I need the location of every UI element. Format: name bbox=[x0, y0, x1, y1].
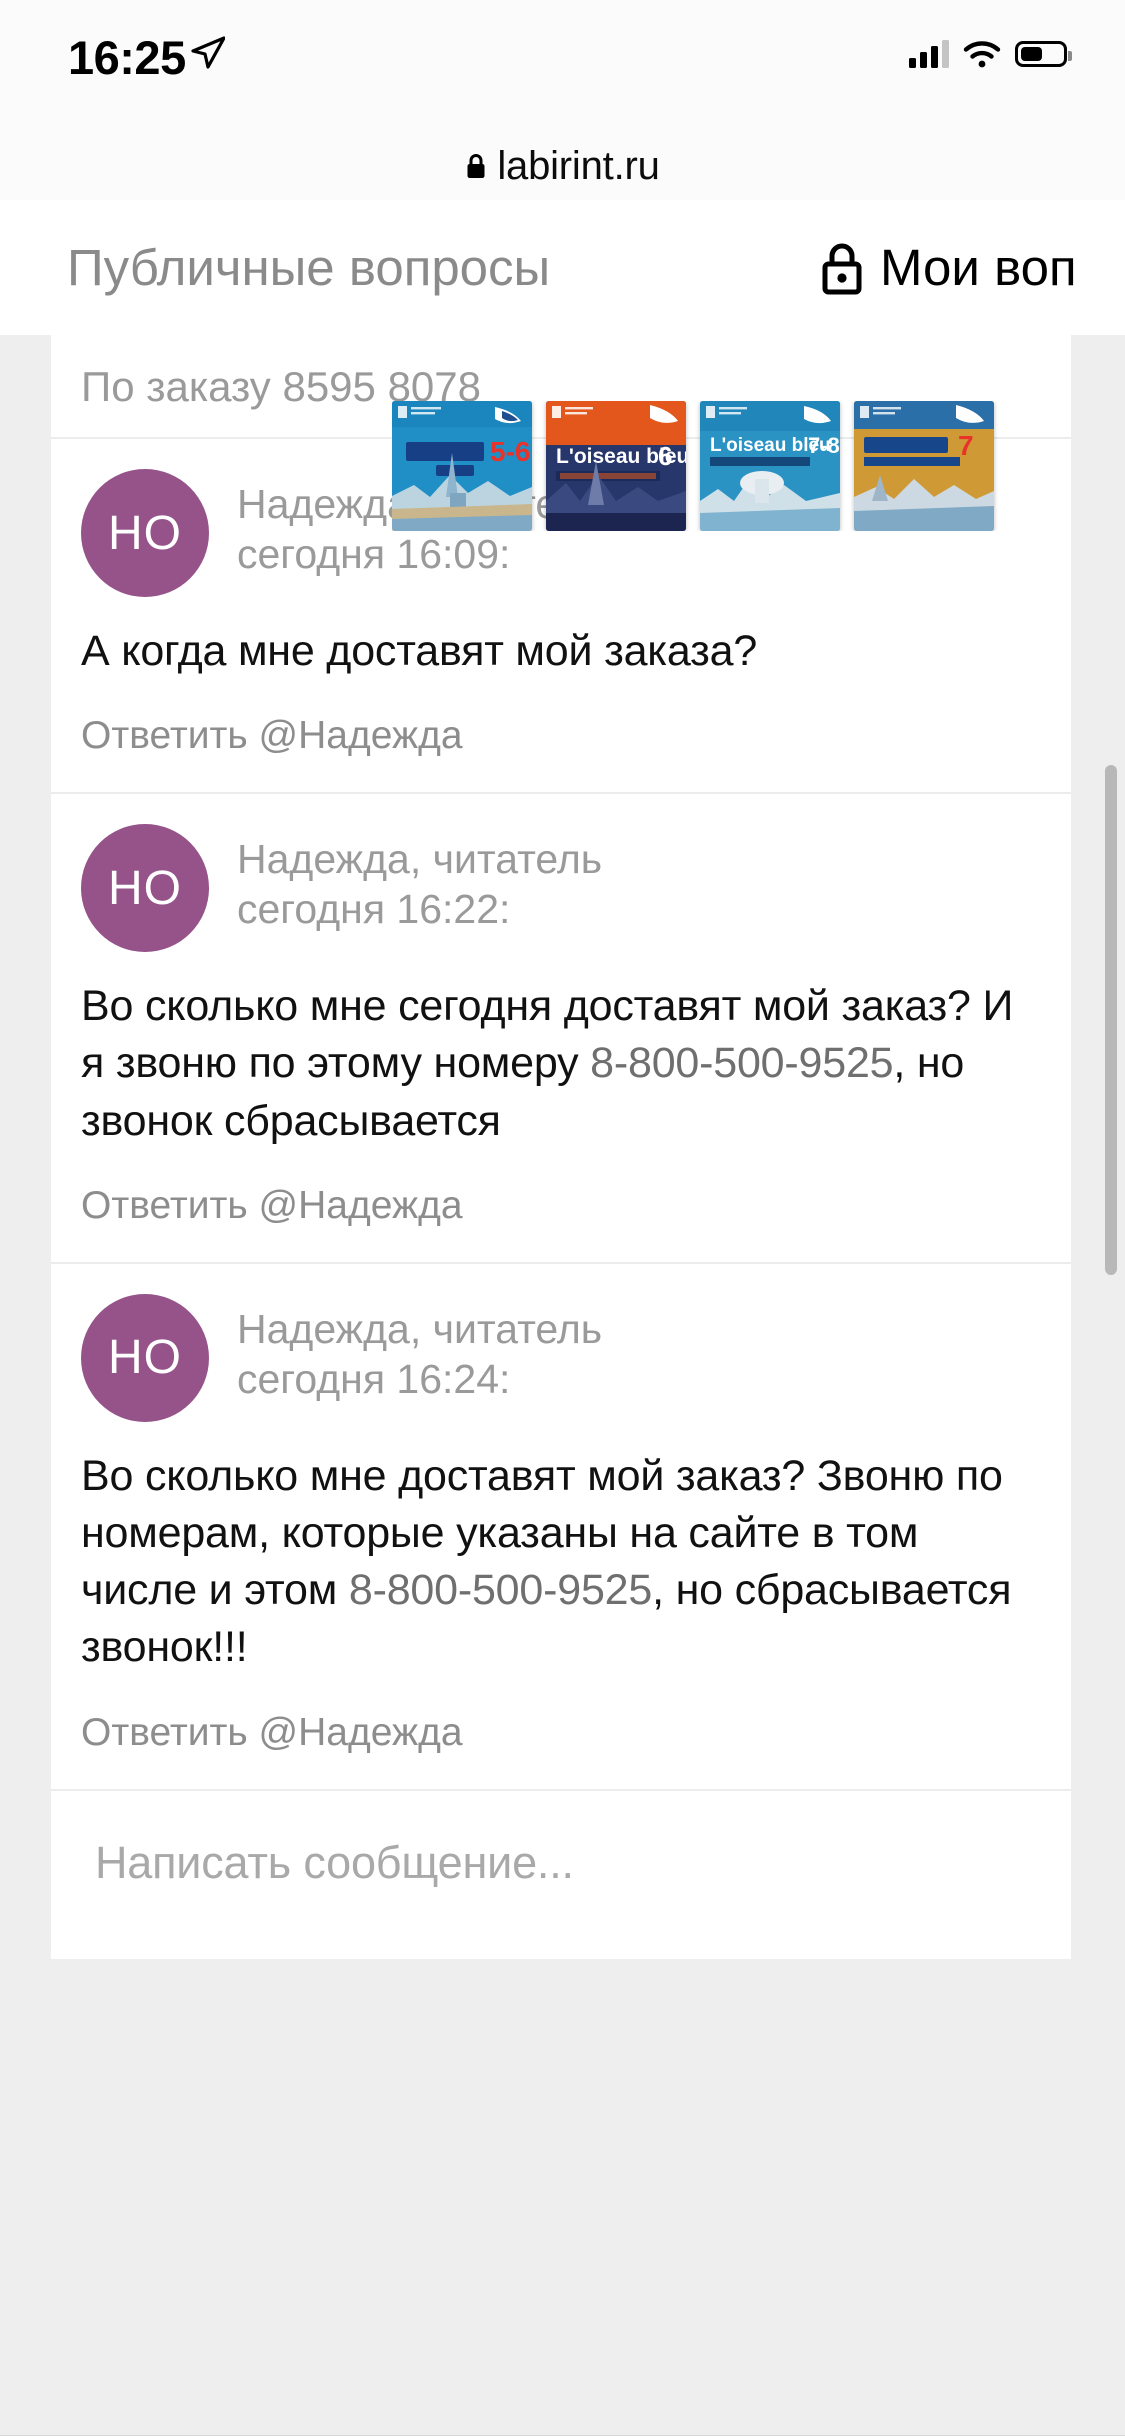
svg-text:7-8: 7-8 bbox=[808, 433, 840, 458]
page-scrollbar[interactable] bbox=[1105, 765, 1117, 1275]
reply-link[interactable]: Ответить @Надежда bbox=[81, 1184, 463, 1228]
message-item: НО Надежда, читатель сегодня 16:24: Во с… bbox=[51, 1264, 1071, 1791]
svg-text:7: 7 bbox=[958, 430, 974, 461]
message-author: Надежда, читатель bbox=[237, 1305, 603, 1352]
phone-link[interactable]: 8-800-500-9525 bbox=[349, 1566, 652, 1614]
browser-url-bar[interactable]: labirint.ru bbox=[0, 132, 1125, 202]
avatar: НО bbox=[81, 1293, 209, 1422]
message-body: Во сколько мне сегодня доставят мой зака… bbox=[81, 978, 1041, 1150]
phone-link[interactable]: 8-800-500-9525 bbox=[590, 1039, 893, 1087]
message-timestamp: сегодня 16:09: bbox=[237, 531, 511, 578]
message-author: Надежда, читатель bbox=[237, 836, 603, 883]
svg-text:5-6: 5-6 bbox=[490, 436, 530, 467]
tab-my-questions-label: Мои воп bbox=[880, 239, 1077, 296]
questions-card: По заказу 8595 8078 НО Надежда, читатель… bbox=[51, 335, 1071, 1959]
message-text: А когда мне доставят мой заказа? bbox=[81, 627, 758, 675]
book-cover-french-5-6[interactable]: 5-6 bbox=[392, 401, 532, 531]
avatar: НО bbox=[81, 469, 209, 597]
message-body: Во сколько мне доставят мой заказ? Звоню… bbox=[81, 1448, 1041, 1677]
message-timestamp: сегодня 16:24: bbox=[237, 1355, 511, 1402]
cellular-bars-icon bbox=[909, 40, 949, 68]
message-input-placeholder[interactable]: Написать сообщение... bbox=[95, 1837, 574, 1888]
status-bar: 16:25 bbox=[0, 0, 1125, 132]
url-text: labirint.ru bbox=[497, 143, 660, 188]
battery-icon bbox=[1015, 41, 1072, 67]
book-cover-french-7[interactable]: 7 bbox=[854, 401, 994, 531]
status-bar-indicators bbox=[909, 36, 1072, 72]
avatar: НО bbox=[81, 824, 209, 953]
message-header: НО Надежда, читатель сегодня 16:24: bbox=[81, 1293, 1041, 1422]
wifi-icon bbox=[963, 41, 1001, 68]
book-thumbnail-strip[interactable]: 5-6 L'oiseau bleu 6 L'oiseau bleu 7-8 7 bbox=[392, 401, 1071, 531]
message-header: НО Надежда, читатель сегодня 16:22: bbox=[81, 824, 1041, 953]
tab-my-questions[interactable]: Мои воп bbox=[820, 200, 1077, 335]
message-timestamp: сегодня 16:22: bbox=[237, 886, 511, 933]
status-bar-time: 16:25 bbox=[68, 31, 186, 84]
tab-public-questions[interactable]: Публичные вопросы bbox=[67, 200, 550, 335]
tab-public-questions-label: Публичные вопросы bbox=[67, 239, 551, 296]
lock-icon bbox=[822, 243, 862, 294]
message-item: НО Надежда, читатель сегодня 16:22: Во с… bbox=[51, 794, 1071, 1264]
page-content: По заказу 8595 8078 НО Надежда, читатель… bbox=[0, 335, 1125, 2436]
message-item: НО Надежда, читатель сегодня 16:09: А ко… bbox=[51, 401, 1071, 795]
reply-link[interactable]: Ответить @Надежда bbox=[81, 714, 463, 758]
message-body: А когда мне доставят мой заказа? bbox=[81, 623, 1041, 680]
lock-icon bbox=[467, 154, 485, 178]
book-cover-oiseau-bleu-7-8[interactable]: L'oiseau bleu 7-8 bbox=[700, 401, 840, 531]
svg-text:6: 6 bbox=[658, 441, 672, 471]
book-cover-oiseau-bleu-6[interactable]: L'oiseau bleu 6 bbox=[546, 401, 686, 531]
message-meta: Надежда, читатель сегодня 16:22: bbox=[237, 824, 602, 934]
location-arrow-icon bbox=[191, 36, 225, 69]
message-composer[interactable]: Написать сообщение... bbox=[51, 1791, 1071, 1959]
question-tabs: Публичные вопросы Мои воп bbox=[0, 200, 1125, 335]
reply-link[interactable]: Ответить @Надежда bbox=[81, 1711, 463, 1755]
message-meta: Надежда, читатель сегодня 16:24: bbox=[237, 1294, 602, 1404]
